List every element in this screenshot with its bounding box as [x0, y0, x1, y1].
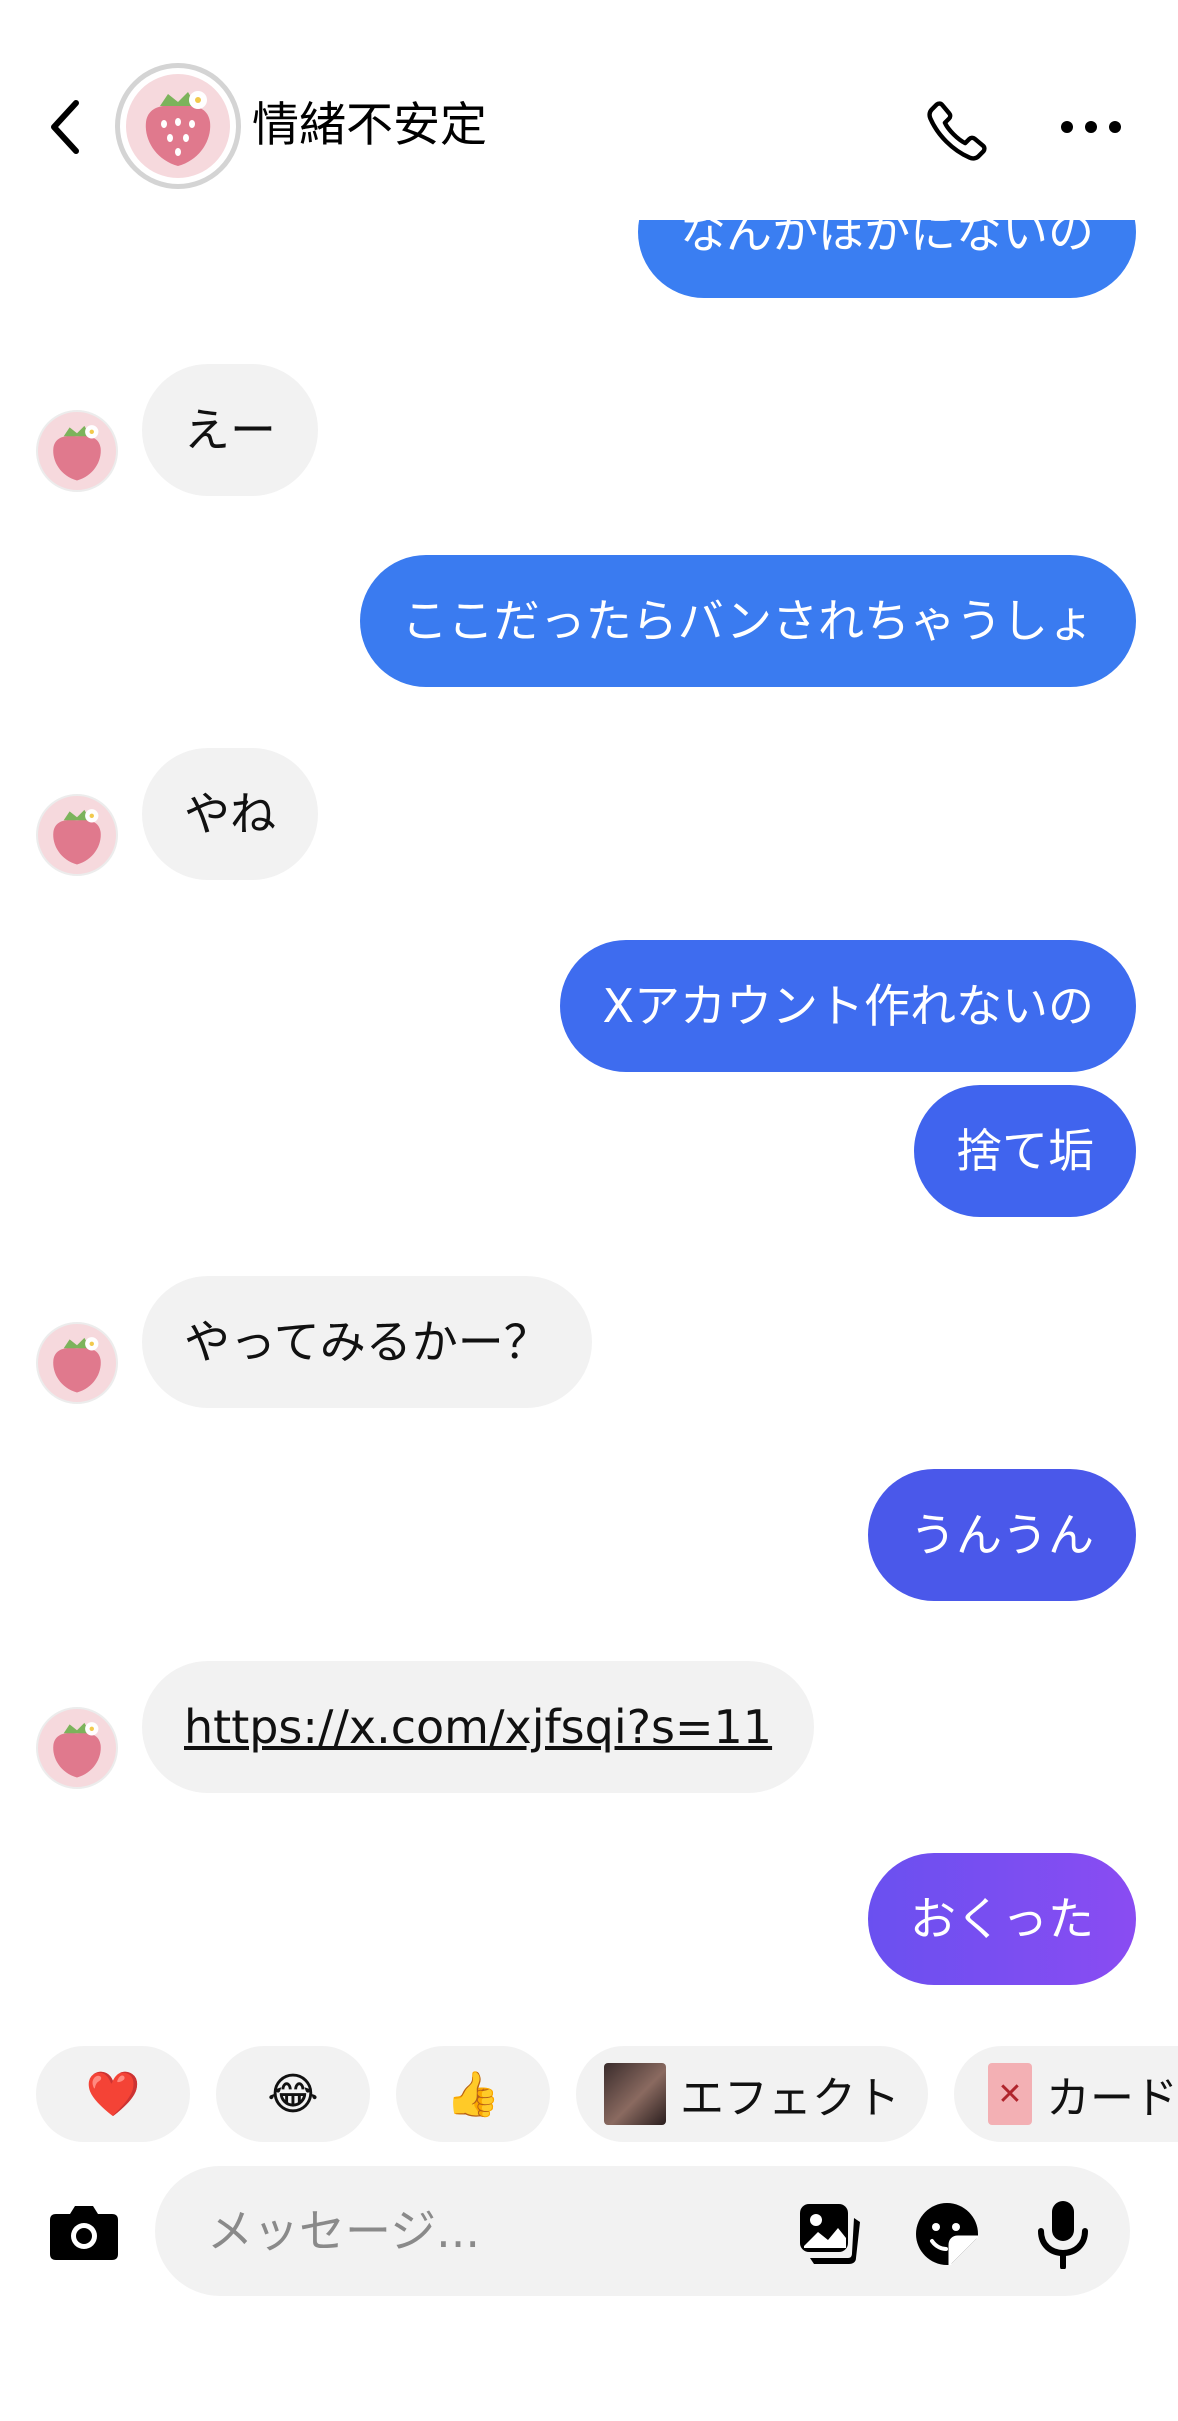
effect-button[interactable]: エフェクト	[576, 2046, 928, 2142]
strawberry-icon	[53, 1337, 101, 1393]
microphone-icon	[1038, 2201, 1088, 2269]
effect-label: エフェクト	[680, 2073, 900, 2124]
sender-avatar[interactable]	[36, 1707, 118, 1789]
gallery-icon	[800, 2204, 860, 2264]
more-options-button[interactable]	[1056, 102, 1126, 152]
contact-name[interactable]: 情緒不安定	[252, 96, 487, 156]
card-thumbnail: ✕	[988, 2063, 1032, 2125]
chevron-left-icon	[51, 100, 79, 154]
call-button[interactable]	[918, 92, 996, 170]
reaction-heart-button[interactable]: ❤️	[36, 2046, 190, 2142]
back-button[interactable]	[40, 92, 90, 162]
more-horizontal-icon	[1061, 121, 1121, 133]
shared-link[interactable]: https://x.com/xjfsqi?s=11	[184, 1700, 772, 1754]
chat-header: 情緒不安定	[0, 0, 1178, 220]
contact-avatar[interactable]	[115, 63, 241, 189]
strawberry-icon	[53, 809, 101, 865]
sticker-button[interactable]	[912, 2199, 982, 2269]
outgoing-message[interactable]: おくった	[868, 1853, 1136, 1985]
outgoing-message[interactable]: Xアカウント作れないの	[560, 940, 1136, 1072]
outgoing-message[interactable]: 捨て垢	[914, 1085, 1136, 1217]
reaction-laugh-button[interactable]: 😂	[216, 2046, 370, 2142]
sender-avatar[interactable]	[36, 1322, 118, 1404]
gallery-button[interactable]	[795, 2199, 865, 2269]
sender-avatar[interactable]	[36, 794, 118, 876]
camera-icon	[50, 2206, 118, 2260]
phone-icon	[927, 101, 987, 161]
sender-avatar[interactable]	[36, 410, 118, 492]
strawberry-icon	[145, 91, 211, 166]
strawberry-icon	[53, 1722, 101, 1778]
reaction-thumbs-up-button[interactable]: 👍	[396, 2046, 550, 2142]
card-label: カード	[1046, 2073, 1178, 2124]
incoming-message[interactable]: えー	[142, 364, 318, 496]
microphone-button[interactable]	[1028, 2199, 1098, 2269]
card-button[interactable]: ✕ カード	[954, 2046, 1178, 2142]
outgoing-message[interactable]: ここだったらバンされちゃうしょ	[359, 555, 1136, 687]
message-composer	[155, 2166, 1130, 2296]
outgoing-message[interactable]: うんうん	[868, 1469, 1136, 1601]
message-input[interactable]	[207, 2196, 707, 2266]
incoming-message-link[interactable]: https://x.com/xjfsqi?s=11	[142, 1661, 815, 1793]
sticker-icon	[916, 2203, 978, 2265]
effect-thumbnail	[604, 2063, 666, 2125]
incoming-message[interactable]: やね	[142, 748, 318, 880]
incoming-message[interactable]: やってみるかー？	[142, 1276, 592, 1408]
camera-button[interactable]	[44, 2192, 124, 2272]
